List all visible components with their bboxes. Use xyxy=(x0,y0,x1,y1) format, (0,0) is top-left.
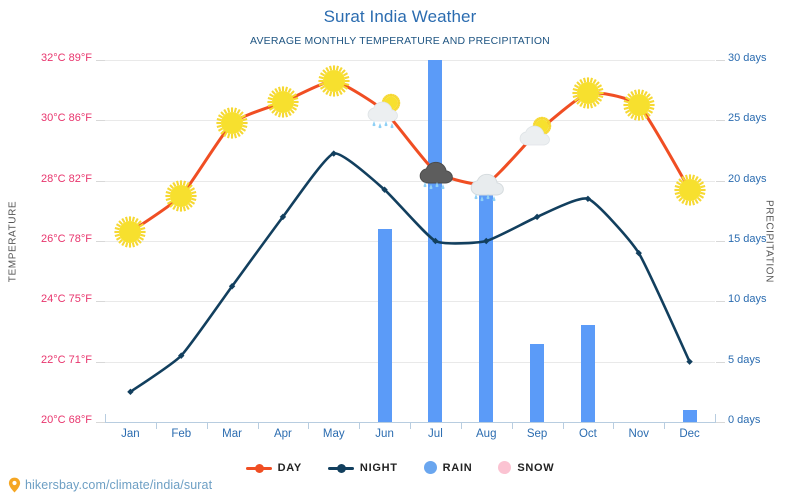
legend-label: SNOW xyxy=(517,461,555,474)
footer: hikersbay.com/climate/india/surat xyxy=(8,477,212,493)
temperature-tick xyxy=(96,301,105,303)
temperature-tick-label: 28°C 82°F xyxy=(41,172,92,185)
map-pin-icon xyxy=(8,477,21,493)
precipitation-tick-label: 30 days xyxy=(728,52,767,64)
precipitation-tick xyxy=(716,422,725,423)
temperature-tick xyxy=(96,241,105,242)
sun-icon xyxy=(212,103,252,143)
precipitation-tick xyxy=(716,120,725,122)
sun-icon xyxy=(110,212,150,252)
sun-icon xyxy=(314,61,354,101)
temperature-tick xyxy=(96,180,105,182)
sun-cloud-icon xyxy=(517,112,557,152)
precipitation-tick-label: 25 days xyxy=(728,112,767,125)
gridline xyxy=(105,241,715,242)
month-label-dec: Dec xyxy=(679,428,700,440)
temperature-tick-label: 24°C 75°F xyxy=(41,293,92,306)
temperature-tick xyxy=(96,422,105,423)
x-axis-left-cap xyxy=(105,414,106,423)
precipitation-tick-label: 20 days xyxy=(728,172,767,185)
temperature-tick xyxy=(96,361,105,363)
x-axis-tick xyxy=(664,422,666,429)
gridline xyxy=(105,60,715,61)
weather-chart: Surat India Weather AVERAGE MONTHLY TEMP… xyxy=(0,0,800,500)
x-axis-tick xyxy=(562,422,564,429)
temperature-axis-title: TEMPERATURE xyxy=(7,200,19,283)
temperature-tick xyxy=(96,60,105,61)
precipitation-tick xyxy=(716,301,725,303)
legend-line-marker xyxy=(327,463,354,473)
precipitation-tick xyxy=(716,241,725,242)
gridline xyxy=(105,301,715,303)
x-axis-tick xyxy=(155,422,157,429)
x-axis-tick xyxy=(206,422,208,429)
legend-dot-marker xyxy=(498,461,512,474)
rain-bar[interactable] xyxy=(580,325,595,422)
gridline xyxy=(105,361,715,363)
sun-rain-icon xyxy=(365,91,405,131)
legend-item-day[interactable]: DAY xyxy=(245,461,302,474)
rain-icon xyxy=(466,164,506,204)
x-axis-tick xyxy=(613,422,615,429)
rain-bar[interactable] xyxy=(530,343,545,422)
legend-label: NIGHT xyxy=(359,461,398,474)
rain-bar[interactable] xyxy=(377,228,392,422)
sun-icon xyxy=(161,176,201,216)
precipitation-tick xyxy=(716,180,725,182)
x-axis-tick xyxy=(410,422,411,429)
legend-label: RAIN xyxy=(442,461,473,474)
rain-bar[interactable] xyxy=(428,60,443,422)
legend-item-snow[interactable]: SNOW xyxy=(498,461,554,474)
chart-legend: DAY NIGHT RAIN SNOW xyxy=(0,461,800,474)
legend-label: DAY xyxy=(277,461,302,474)
rain-heavy-icon xyxy=(415,152,455,192)
sun-icon xyxy=(568,73,608,113)
sun-icon xyxy=(263,82,303,122)
x-axis-tick xyxy=(308,422,310,429)
precipitation-tick-label: 15 days xyxy=(728,233,767,245)
legend-dot-marker xyxy=(423,461,437,474)
precipitation-tick xyxy=(716,361,725,363)
precipitation-tick xyxy=(716,60,725,61)
x-axis-tick xyxy=(257,422,259,429)
sun-icon xyxy=(670,170,710,210)
precipitation-tick-label: 5 days xyxy=(728,353,761,366)
rain-bar[interactable] xyxy=(682,409,697,422)
chart-subtitle: AVERAGE MONTHLY TEMPERATURE AND PRECIPIT… xyxy=(250,35,550,47)
x-axis-tick xyxy=(460,422,462,429)
temperature-tick-label: 22°C 71°F xyxy=(41,353,92,366)
legend-line-marker xyxy=(245,463,272,473)
legend-item-rain[interactable]: RAIN xyxy=(423,461,473,474)
temperature-tick-label: 32°C 89°F xyxy=(41,52,92,64)
sun-icon xyxy=(619,85,659,125)
precipitation-axis-title: PRECIPITATION xyxy=(763,200,775,283)
temperature-tick xyxy=(96,120,105,122)
temperature-tick-label: 26°C 78°F xyxy=(41,233,92,245)
chart-title: Surat India Weather xyxy=(323,7,477,26)
legend-item-night[interactable]: NIGHT xyxy=(327,461,398,474)
temperature-tick-label: 20°C 68°F xyxy=(41,414,92,426)
temperature-tick-label: 30°C 86°F xyxy=(41,112,92,125)
x-axis-tick xyxy=(359,422,361,429)
x-axis-tick xyxy=(511,422,513,429)
footer-url: hikersbay.com/climate/india/surat xyxy=(25,478,213,492)
precipitation-tick-label: 0 days xyxy=(728,414,761,426)
rain-bar[interactable] xyxy=(479,192,494,422)
precipitation-tick-label: 10 days xyxy=(728,293,767,306)
